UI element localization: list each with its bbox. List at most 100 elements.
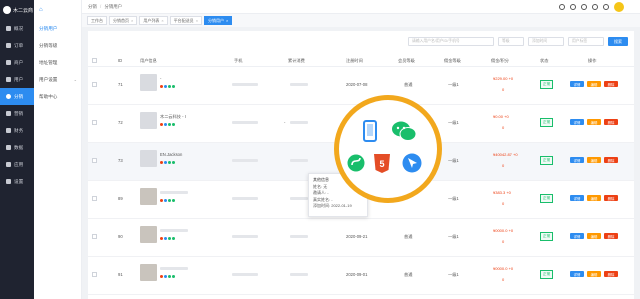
table-row[interactable]: 91 2020-09-01 普通 一级1 ¥0000.0 +0 0 正常 详情 编辑 删除 bbox=[88, 257, 634, 295]
delete-button[interactable]: 删除 bbox=[604, 119, 618, 125]
tab[interactable]: 分销首页 × bbox=[109, 16, 138, 25]
platform-tag-icon bbox=[168, 199, 171, 202]
platform-tag-icon bbox=[172, 123, 175, 126]
table-row[interactable]: 90 2020-09-21 普通 一级1 ¥0000.0 +0 0 正常 详情 编辑 删除 bbox=[88, 219, 634, 257]
redacted-name bbox=[160, 229, 188, 232]
submenu-item[interactable]: 地址管理 bbox=[34, 54, 81, 71]
col-user: 用户信息 bbox=[140, 58, 157, 63]
select-all-checkbox[interactable] bbox=[92, 58, 97, 63]
tab-label: 分销首页 bbox=[113, 17, 129, 23]
sidebar-item[interactable]: 数据 bbox=[0, 139, 34, 156]
edit-button[interactable]: 编辑 bbox=[587, 81, 601, 87]
commission-level: 一级1 bbox=[448, 120, 459, 125]
edit-button[interactable]: 编辑 bbox=[587, 271, 601, 277]
row-checkbox[interactable] bbox=[92, 158, 97, 163]
search-icon[interactable] bbox=[559, 3, 565, 10]
commission-level: 一级1 bbox=[448, 234, 459, 239]
edit-button[interactable]: 编辑 bbox=[587, 157, 601, 163]
tab[interactable]: 用户列表 × bbox=[139, 16, 168, 25]
submenu-item[interactable]: 用户设置 ⌄ bbox=[34, 71, 81, 88]
platform-tag-icon bbox=[168, 237, 171, 240]
home-icon[interactable]: ⌂ bbox=[34, 0, 81, 20]
platform-tag-icon bbox=[172, 275, 175, 278]
user-avatar[interactable] bbox=[614, 1, 624, 12]
row-checkbox[interactable] bbox=[92, 234, 97, 239]
submenu-item[interactable]: 分销用户 bbox=[34, 20, 81, 37]
level-select[interactable]: 等级 bbox=[498, 37, 524, 46]
edit-button[interactable]: 编辑 bbox=[587, 195, 601, 201]
fullscreen-icon[interactable] bbox=[581, 3, 587, 10]
sidebar-item-label: 数据 bbox=[14, 144, 24, 150]
bell-icon[interactable] bbox=[570, 3, 576, 10]
avatar bbox=[140, 74, 157, 91]
redacted-name bbox=[160, 267, 188, 270]
submenu-item-label: 帮助中心 bbox=[39, 93, 58, 99]
detail-button[interactable]: 详情 bbox=[570, 271, 584, 277]
delete-button[interactable]: 删除 bbox=[604, 157, 618, 163]
tab[interactable]: 分销用户 × bbox=[204, 16, 233, 25]
close-icon[interactable]: × bbox=[226, 18, 228, 23]
row-checkbox[interactable] bbox=[92, 272, 97, 277]
time-select[interactable]: 添加时间 bbox=[528, 37, 564, 46]
status-badge: 正常 bbox=[540, 118, 554, 127]
sidebar-item-label: 用户 bbox=[14, 76, 24, 82]
edit-button[interactable]: 编辑 bbox=[587, 233, 601, 239]
commission-level: 一级1 bbox=[448, 158, 459, 163]
row-checkbox[interactable] bbox=[92, 82, 97, 87]
redacted-phone bbox=[232, 159, 258, 162]
status-badge: 正常 bbox=[540, 80, 554, 89]
status-badge: 正常 bbox=[540, 232, 554, 241]
settings-icon[interactable] bbox=[603, 3, 609, 10]
tab[interactable]: 工作台 bbox=[87, 16, 107, 25]
reg-date: 2020-09-01 bbox=[346, 272, 368, 277]
sidebar-item[interactable]: 财务 bbox=[0, 122, 34, 139]
tab[interactable]: 平台配送员 × bbox=[169, 16, 203, 25]
col-level: 会员等级 bbox=[398, 58, 415, 63]
sidebar-item[interactable]: 用户 bbox=[0, 71, 34, 88]
delete-button[interactable]: 删除 bbox=[604, 81, 618, 87]
sidebar-item[interactable]: 订单 bbox=[0, 37, 34, 54]
sidebar-item[interactable]: 商户 bbox=[0, 54, 34, 71]
col-spent: 累计消费 bbox=[288, 58, 305, 63]
close-icon[interactable]: × bbox=[196, 18, 198, 23]
refresh-icon[interactable] bbox=[592, 3, 598, 10]
platform-tag-icon bbox=[172, 161, 175, 164]
row-checkbox[interactable] bbox=[92, 196, 97, 201]
delete-button[interactable]: 删除 bbox=[604, 271, 618, 277]
detail-button[interactable]: 详情 bbox=[570, 81, 584, 87]
sidebar-item[interactable]: 设置 bbox=[0, 173, 34, 190]
submenu-item[interactable]: 帮助中心 bbox=[34, 88, 81, 105]
detail-button[interactable]: 详情 bbox=[570, 195, 584, 201]
row-checkbox[interactable] bbox=[92, 120, 97, 125]
sidebar-item-label: 订单 bbox=[14, 42, 24, 48]
close-icon[interactable]: × bbox=[131, 18, 133, 23]
breadcrumb-item-2: 分销用户 bbox=[104, 3, 123, 9]
redacted-name bbox=[160, 191, 188, 194]
redacted-spent bbox=[290, 235, 308, 238]
commission-sub: 0 bbox=[502, 277, 505, 282]
row-id: 91 bbox=[118, 272, 123, 277]
close-icon[interactable]: × bbox=[161, 18, 163, 23]
sidebar-item[interactable]: 分销 bbox=[0, 88, 34, 105]
brand: 木二云商 bbox=[0, 0, 34, 20]
edit-button[interactable]: 编辑 bbox=[587, 119, 601, 125]
commission-amount: ¥383.3 +0 bbox=[493, 190, 511, 195]
html5-icon: 5 bbox=[372, 152, 392, 174]
mobile-app-icon bbox=[361, 120, 379, 142]
delete-button[interactable]: 删除 bbox=[604, 195, 618, 201]
detail-button[interactable]: 详情 bbox=[570, 233, 584, 239]
tag-select[interactable]: 用户标签 bbox=[568, 37, 604, 46]
search-button[interactable]: 搜索 bbox=[608, 37, 628, 46]
submenu-item[interactable]: 分销等级 bbox=[34, 37, 81, 54]
detail-button[interactable]: 详情 bbox=[570, 119, 584, 125]
sidebar-item[interactable]: 应用 bbox=[0, 156, 34, 173]
sidebar-item[interactable]: 营销 bbox=[0, 105, 34, 122]
sidebar-item[interactable]: 概况 bbox=[0, 20, 34, 37]
table-row[interactable]: 71 - 2020-07-08 普通 一级1 ¥229.00 +0 0 正常 详情 编辑 删除 bbox=[88, 67, 634, 105]
delete-button[interactable]: 删除 bbox=[604, 233, 618, 239]
header-actions bbox=[559, 1, 640, 12]
breadcrumb-item-1[interactable]: 分销 bbox=[88, 4, 97, 9]
search-input[interactable]: 请输入用户名/用户ID/手机号 bbox=[408, 37, 494, 46]
detail-button[interactable]: 详情 bbox=[570, 157, 584, 163]
platform-tag-icon bbox=[172, 237, 175, 240]
